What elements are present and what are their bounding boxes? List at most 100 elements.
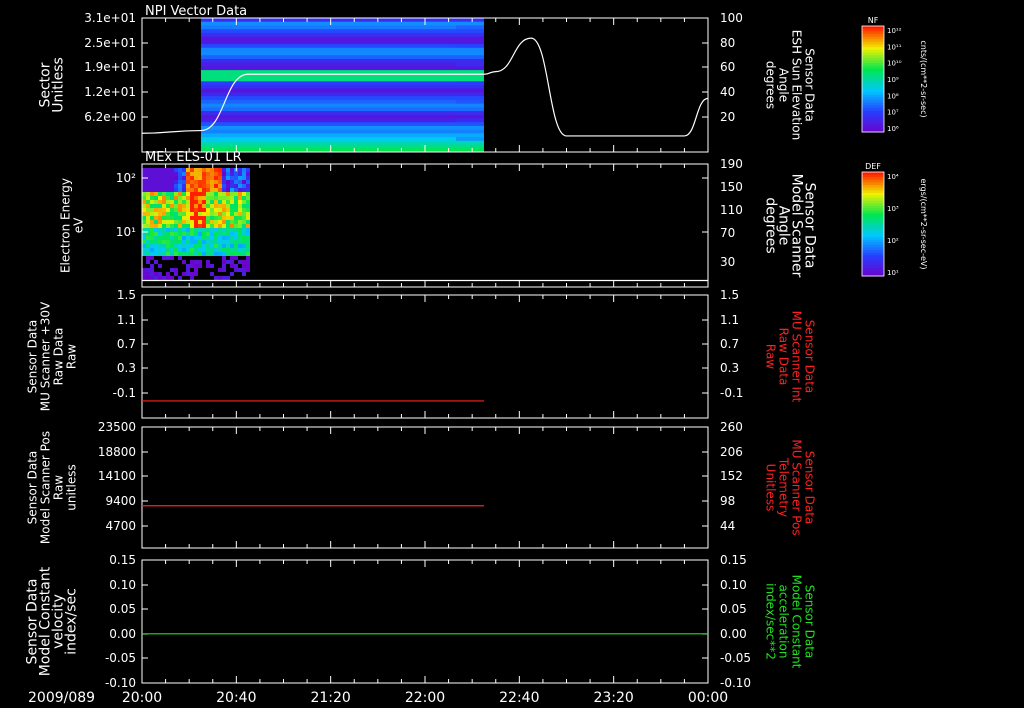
spectrogram-cell [142,212,146,216]
spectrogram-cell [246,264,250,268]
spectrogram-cell [146,188,150,192]
spectrogram-cell [230,204,234,208]
spectrogram-cell [186,268,190,272]
colorbar-tick-label: 10¹² [887,27,902,35]
spectrogram-cell [218,204,222,208]
left-label-line: Sensor Data [26,320,40,394]
spectrogram-cell [154,172,158,176]
spectrogram-cell [190,180,194,184]
spectrogram-cell [222,256,226,260]
spectrogram-cell [182,228,186,232]
spectrogram-cell [242,208,246,212]
spectrogram-cell [146,224,150,228]
spectrogram-row [200,62,484,67]
spectrogram-cell [166,168,170,172]
spectrogram-cell [182,220,186,224]
right-tick-label: 110 [720,203,743,217]
left-tick-label: 10² [116,171,136,185]
spectrogram-cell [198,168,202,172]
spectrogram-cell [190,240,194,244]
spectrogram-cell [206,244,210,248]
spectrogram-row [200,137,484,142]
spectrogram-cell [186,200,190,204]
spectrogram-cell [234,196,238,200]
spectrogram-cell [214,208,218,212]
spectrogram-cell [166,184,170,188]
spectrogram-cell [226,208,230,212]
spectrogram-cell [214,224,218,228]
spectrogram-cell [202,176,206,180]
spectrogram-cell [238,240,242,244]
spectrogram-cell [222,208,226,212]
spectrogram-cell [214,180,218,184]
spectrogram-cell [234,264,238,268]
spectrogram-cell [182,168,186,172]
spectrogram-cell [186,180,190,184]
spectrogram-cell [158,276,162,280]
spectrogram-row [200,66,484,71]
time-tick-label: 20:00 [122,690,162,706]
spectrogram-cell [170,196,174,200]
spectrogram-cell [166,252,170,256]
spectrogram-cell [218,236,222,240]
spectrogram-cell [170,228,174,232]
spectrogram-cell [158,236,162,240]
spectrogram-cell [190,272,194,276]
spectrogram-cell [142,216,146,220]
spectrogram-cell [190,276,194,280]
spectrogram-cell [194,188,198,192]
spectrogram-cell [210,228,214,232]
spectrogram-cell [150,268,154,272]
spectrogram-cell [242,172,246,176]
spectrogram-cell [186,236,190,240]
spectrogram-cell [214,240,218,244]
left-tick-label: 1.9e+01 [84,60,136,74]
spectrogram-cell [214,248,218,252]
spectrogram-cell [242,224,246,228]
spectrogram-cell [242,264,246,268]
spectrogram-cell [242,244,246,248]
right-tick-label: 0.05 [720,602,747,616]
spectrogram-cell [218,276,222,280]
spectrogram-row [200,58,484,64]
spectrogram-cell [218,180,222,184]
spectrogram-cell [218,168,222,172]
spectrogram-cell [206,168,210,172]
spectrogram-cell [150,224,154,228]
spectrogram-cell [218,172,222,176]
spectrogram-cell [206,220,210,224]
spectrogram-cell [166,256,170,260]
spectrogram-cell [234,252,238,256]
spectrogram-cell [198,260,202,264]
right-tick-label: 100 [720,11,743,25]
spectrogram-cell [222,196,226,200]
spectrogram-cell [182,260,186,264]
spectrogram-cell [186,188,190,192]
left-label-line: Electron Energy [59,178,73,273]
left-label-line: index/sec [64,588,80,655]
spectrogram-cell [142,252,146,256]
spectrogram-cell [202,236,206,240]
spectrogram-cell [174,184,178,188]
spectrogram-cell [158,180,162,184]
spectrogram-cell [158,272,162,276]
right-tick-label: 98 [720,494,735,508]
right-tick-label: 0.15 [720,553,747,567]
spectrogram-cell [162,276,166,280]
spectrogram-cell [238,192,242,196]
spectrogram-cell [206,248,210,252]
spectrogram-cell [210,188,214,192]
spectrogram-cell [174,240,178,244]
spectrogram-cell [146,180,150,184]
spectrogram-cell [230,212,234,216]
spectrogram-cell [238,220,242,224]
spectrogram-cell [190,172,194,176]
spectrogram-cell [162,248,166,252]
spectrogram-cell [154,260,158,264]
right-tick-label: 152 [720,469,743,483]
spectrogram-cell [210,208,214,212]
spectrogram-cell [150,272,154,276]
spectrogram-cell [214,168,218,172]
spectrogram-cell [230,196,234,200]
spectrogram-cell [166,232,170,236]
